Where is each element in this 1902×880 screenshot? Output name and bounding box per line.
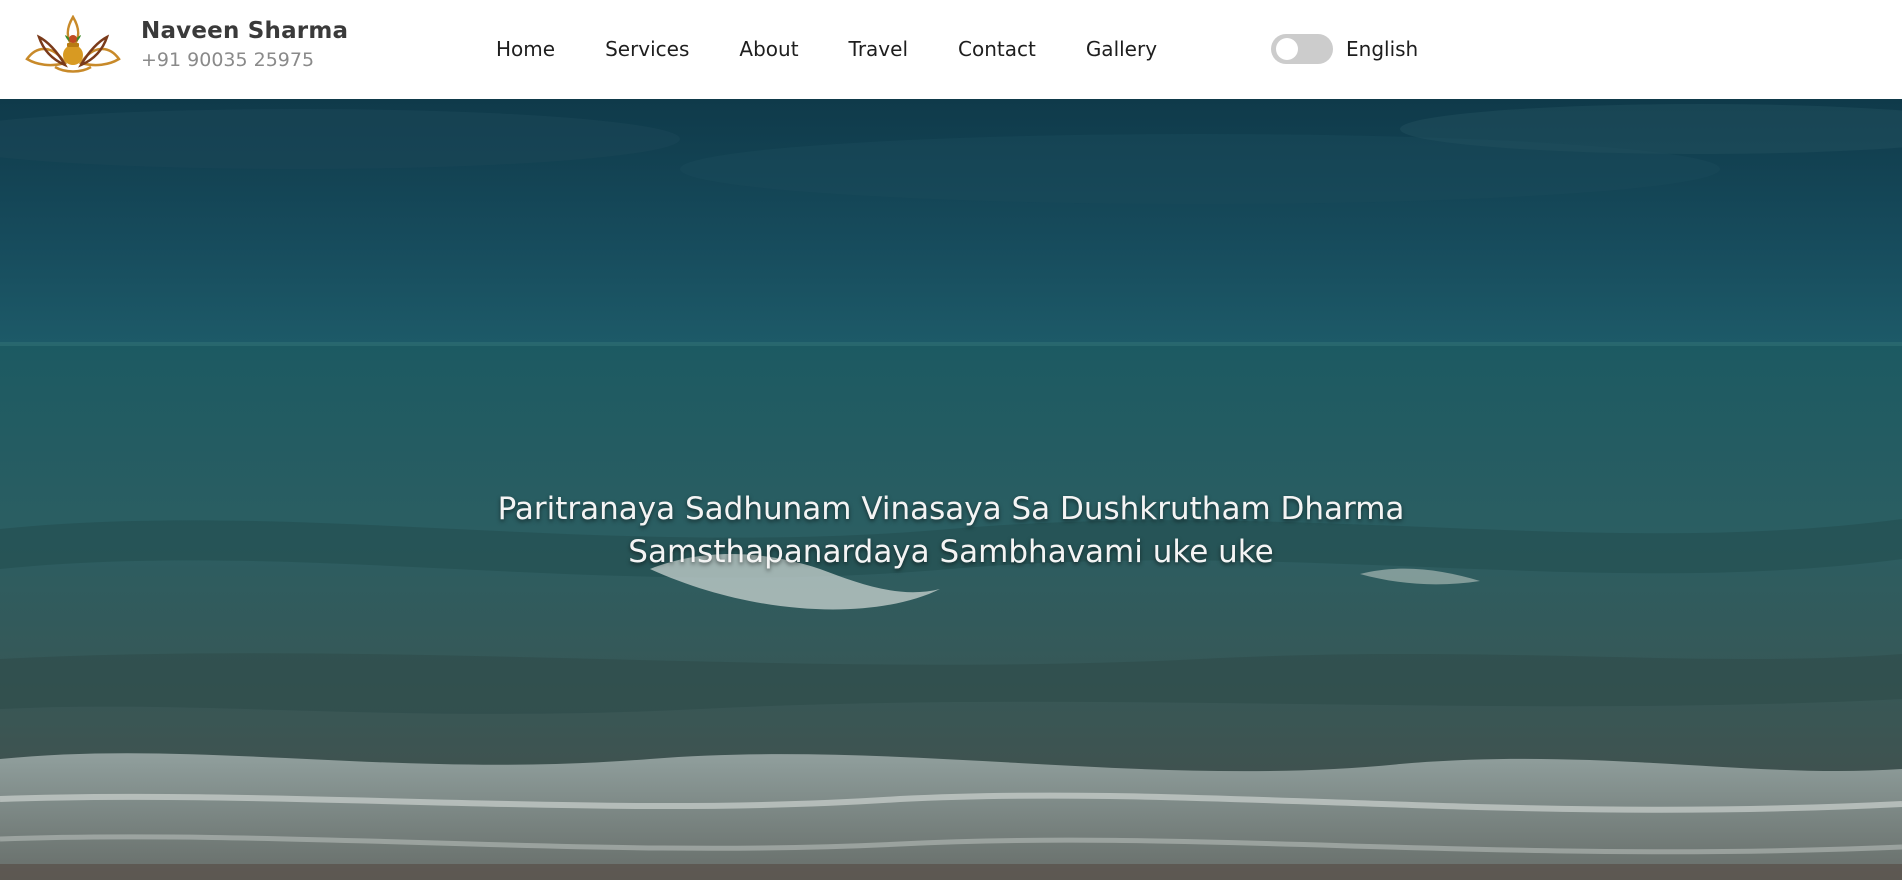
hero-quote-line-1: Paritranaya Sadhunam Vinasaya Sa Dushkru… <box>497 491 1405 527</box>
language-toggle[interactable] <box>1271 34 1333 64</box>
hero-section: Paritranaya Sadhunam Vinasaya Sa Dushkru… <box>0 99 1902 880</box>
hero-quote-line-2: Samsthapanardaya Sambhavami uke uke <box>628 534 1274 570</box>
nav-item-travel[interactable]: Travel <box>849 36 908 62</box>
brand[interactable]: Naveen Sharma +91 90035 25975 <box>25 15 348 75</box>
main-nav: Home Services About Travel Contact Galle… <box>496 36 1207 62</box>
site-header: Naveen Sharma +91 90035 25975 Home Servi… <box>0 0 1902 99</box>
nav-item-gallery[interactable]: Gallery <box>1086 36 1157 62</box>
nav-item-about[interactable]: About <box>739 36 798 62</box>
brand-phone: +91 90035 25975 <box>141 49 315 71</box>
brand-name: Naveen Sharma <box>141 18 349 44</box>
hero-quote: Paritranaya Sadhunam Vinasaya Sa Dushkru… <box>0 488 1902 574</box>
nav-item-home[interactable]: Home <box>496 36 555 62</box>
toggle-knob <box>1276 38 1298 60</box>
nav-item-services[interactable]: Services <box>605 36 689 62</box>
lotus-kalash-icon <box>25 15 121 73</box>
nav-item-contact[interactable]: Contact <box>958 36 1036 62</box>
language-label: English <box>1346 37 1419 61</box>
language-switcher: English <box>1271 34 1418 64</box>
